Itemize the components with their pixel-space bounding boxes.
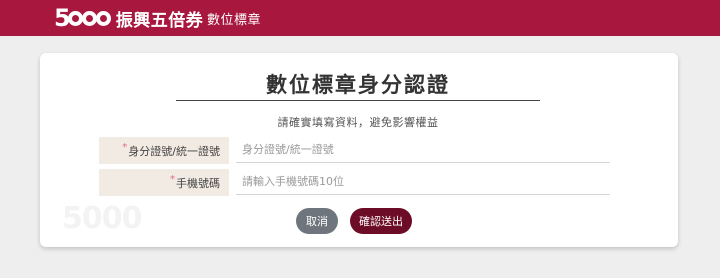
page-title: 數位標章身分認證 [266,73,450,97]
id-number-input[interactable] [236,137,610,163]
id-number-label-text: 身分證號/統一證號 [128,144,220,158]
verification-card: 5000 數位標章身分認證 請確實填寫資料，避免影響權益 * 身分證號/統一證號… [40,53,678,247]
submit-button[interactable]: 確認送出 [350,208,412,234]
cancel-button[interactable]: 取消 [296,208,338,234]
site-logo[interactable]: 5 振興五倍券 [54,2,203,34]
section-title: 數位標章 [207,13,262,28]
logo-mark-icon: 5 [54,6,111,30]
top-header-bar: 5 振興五倍券 數位標章 [0,0,720,36]
logo-ring-2 [81,10,97,26]
required-mark: * [122,142,128,153]
phone-number-input[interactable] [236,169,610,195]
logo-ring-1 [67,10,83,26]
id-number-label: * 身分證號/統一證號 [99,137,229,164]
page-subtitle: 請確實填寫資料，避免影響權益 [277,116,439,129]
phone-number-label: * 手機號碼 [99,169,229,196]
required-mark: * [170,174,175,185]
logo-ring-3 [95,10,111,26]
logo-text: 振興五倍券 [115,10,204,31]
logo-mark-digit: 5 [54,4,71,32]
title-divider [176,100,540,101]
watermark-logo: 5000 [62,201,142,236]
phone-number-label-text: 手機號碼 [176,176,220,190]
